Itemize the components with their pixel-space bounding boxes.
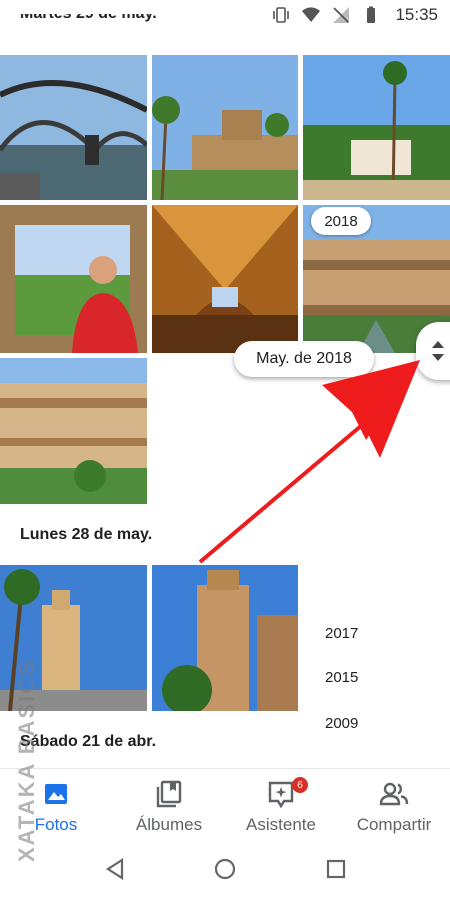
albums-icon [154, 779, 184, 809]
assistant-badge: 6 [292, 777, 308, 793]
battery-icon [367, 6, 376, 23]
wifi-icon [302, 7, 321, 23]
photo-icon [41, 779, 71, 809]
scrubber-handle[interactable] [416, 322, 450, 380]
photo-arched-hall[interactable] [152, 205, 298, 353]
no-signal-icon [333, 7, 350, 23]
year-chip: 2018 [311, 207, 371, 235]
nav-albums-label: Álbumes [135, 815, 203, 834]
date-header-partial: Martes 29 de may. [20, 14, 157, 34]
scrubber-year-0[interactable]: 2017 [325, 625, 358, 642]
photo-portrait[interactable] [0, 205, 147, 353]
system-nav-bar [0, 838, 450, 900]
assistant-icon: 6 [266, 777, 308, 809]
photo-bridge[interactable] [0, 55, 147, 200]
back-icon[interactable] [102, 856, 128, 882]
photo-palm-garden[interactable] [303, 55, 450, 200]
photo-courtyard-arches[interactable] [0, 358, 147, 504]
watermark: XATAKA BASICS [14, 659, 39, 862]
home-icon[interactable] [212, 856, 238, 882]
recents-icon[interactable] [323, 856, 349, 882]
nav-assistant-label: Asistente [246, 815, 316, 834]
share-people-icon [379, 779, 409, 809]
nav-photos-label: Fotos [34, 815, 78, 834]
photo-giralda[interactable] [152, 565, 298, 711]
scrub-arrows-icon [432, 341, 444, 361]
nav-share[interactable]: Compartir [346, 769, 442, 839]
nav-albums[interactable]: Álbumes [126, 769, 212, 839]
nav-assistant[interactable]: 6 Asistente [236, 769, 326, 839]
vibrate-icon [273, 7, 290, 23]
scrubber-year-1[interactable]: 2015 [325, 669, 358, 686]
nav-share-label: Compartir [356, 815, 432, 834]
section-date-0: Lunes 28 de may. [20, 526, 153, 543]
scrubber-year-2[interactable]: 2009 [325, 715, 358, 732]
bottom-nav: Fotos Álbumes 6 Asistente Compartir [0, 768, 450, 838]
scrubber-date-label: May. de 2018 [234, 341, 374, 377]
status-clock: 15:35 [395, 5, 438, 24]
photo-palace-garden[interactable] [152, 55, 298, 200]
section-date-1: Sábado 21 de abr. [20, 733, 157, 750]
